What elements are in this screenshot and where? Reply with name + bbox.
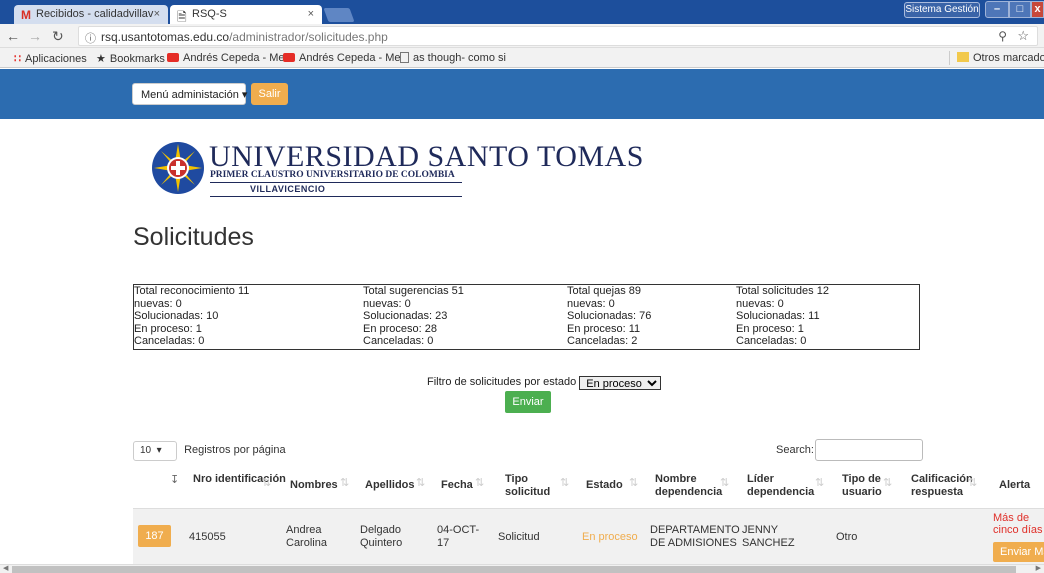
filter-submit-button[interactable]: Enviar [505,391,551,413]
tab-rsq[interactable]: 🗎 RSQ-S × [170,5,322,24]
col-apellidos[interactable]: Apellidos [365,479,415,492]
cell-tipo: Solicitud [498,531,540,543]
tab-close-icon[interactable]: × [308,8,314,20]
tab-title: RSQ-S [192,8,227,20]
tab-title: Recibidos - calidadvillav [36,8,154,20]
scroll-left-icon[interactable]: ◀ [3,564,8,572]
maximize-button[interactable]: □ [1009,1,1031,18]
cell-tipo-usuario: Otro [836,531,858,543]
browser-tabstrip: M Recibidos - calidadvillav × 🗎 RSQ-S × … [0,0,1044,24]
col-dependencia[interactable]: Nombre dependencia [655,473,727,499]
logo-title: UNIVERSIDAD SANTO TOMAS [209,140,644,173]
col-nro[interactable]: Nro identificación [193,473,286,486]
page-title: Solicitudes [133,223,254,251]
sort-icon[interactable]: ⇅ [968,476,977,489]
sort-icon[interactable]: ⇅ [475,476,484,489]
sort-icon[interactable]: ⇅ [720,476,729,489]
sort-icon[interactable]: ⇅ [262,476,271,489]
col-nombres[interactable]: Nombres [290,479,338,492]
system-profile-button[interactable]: Sistema Gestión [904,2,980,18]
col-tipo[interactable]: Tipo solicitud [505,473,555,499]
col-lider[interactable]: Líder dependencia [747,473,819,499]
zoom-icon[interactable]: ⚲ [998,29,1007,43]
stats-reconocimiento: Total reconocimiento 11 nuevas: 0 Solucion… [134,285,250,348]
cell-apellidos: Delgado Quintero [360,524,403,549]
page-length-control: 10 ▾ Registros por página [133,441,286,461]
back-arrow-icon[interactable]: ← [6,28,20,44]
new-tab-button[interactable] [323,8,355,22]
filter-label: Filtro de solicitudes por estado [427,376,577,388]
bookmark-page[interactable]: as though- como si [400,52,506,64]
sort-icon[interactable]: ↧ [170,473,179,486]
sort-icon[interactable]: ⇅ [416,476,425,489]
address-bar: ← → ↻ ⓘ rsq.usantotomas.edu.co/administr… [0,24,1044,48]
apps-icon: ∷ [14,53,21,65]
url-input[interactable]: ⓘ rsq.usantotomas.edu.co/administrador/s… [78,26,1038,46]
status-filter: Filtro de solicitudes por estado En proc… [427,376,662,390]
bookmark-other[interactable]: Otros marcadore [957,52,1044,64]
sort-icon[interactable]: ⇅ [340,476,349,489]
forward-arrow-icon[interactable]: → [28,28,42,44]
sort-icon[interactable]: ⇅ [629,476,638,489]
stats-sugerencias: Total sugerencias 51 nuevas: 0 Solucionada… [363,285,464,348]
logo-subtitle: PRIMER CLAUSTRO UNIVERSITARIO DE COLOMBI… [210,170,455,180]
sort-icon[interactable]: ⇅ [560,476,569,489]
logout-button[interactable]: Salir [251,83,288,105]
scroll-right-icon[interactable]: ▶ [1036,564,1041,572]
page-icon [400,52,409,63]
horizontal-scrollbar[interactable]: ◀ ▶ [0,564,1044,573]
youtube-icon [167,53,179,62]
col-alerta[interactable]: Alerta [999,479,1030,492]
url-text: rsq.usantotomas.edu.co/administrador/sol… [101,30,388,44]
page-length-label: Registros por página [184,444,286,456]
status-select[interactable]: En proceso [579,376,662,390]
col-fecha[interactable]: Fecha [441,479,473,492]
folder-icon [957,52,969,62]
university-seal-icon [152,142,204,194]
logo-city: VILLAVICENCIO [250,184,326,194]
alert-text: Más de cinco días [993,512,1043,536]
tab-close-icon[interactable]: × [154,8,160,20]
tab-gmail[interactable]: M Recibidos - calidadvillav × [14,5,168,24]
close-window-button[interactable]: x [1031,1,1044,18]
minimize-button[interactable]: – [985,1,1009,18]
bookmark-star-icon[interactable]: ☆ [1017,28,1029,44]
search-label: Search: [776,444,814,456]
cell-fecha: 04-OCT-17 [437,524,480,549]
send-alert-button[interactable]: Enviar Ma [993,542,1044,562]
col-estado[interactable]: Estado [586,479,623,492]
search-input[interactable] [815,439,923,461]
stats-summary: Total reconocimiento 11 nuevas: 0 Solucion… [133,284,920,350]
stats-solicitudes: Total solicitudes 12 nuevas: 0 Solucionada… [736,285,829,348]
bookmark-bookmarks[interactable]: ★ Bookmarks [96,52,165,65]
bookmark-youtube-2[interactable]: Andrés Cepeda - Me [283,52,401,64]
bookmark-youtube-1[interactable]: Andrés Cepeda - Me [167,52,285,64]
request-id-button[interactable]: 187 [138,525,171,547]
stats-quejas: Total quejas 89 nuevas: 0 Solucionadas: 76… [567,285,652,348]
sort-icon[interactable]: ⇅ [883,476,892,489]
bookmarks-bar: ∷ Aplicaciones ★ Bookmarks Andrés Cepeda -… [0,48,1044,68]
page-length-select[interactable]: 10 ▾ [133,441,177,461]
bookmark-apps[interactable]: ∷ Aplicaciones [14,52,87,65]
youtube-icon [283,53,295,62]
page-icon: 🗎 [177,10,187,24]
scrollbar-thumb[interactable] [12,566,1016,573]
cell-nombres: Andrea Carolina [286,524,327,549]
cell-lider: JENNY SANCHEZ [742,524,795,549]
cell-estado: En proceso [582,531,638,543]
cell-dependencia: DEPARTAMENTO DE ADMISIONES [650,524,740,549]
sort-icon[interactable]: ⇅ [815,476,824,489]
info-icon[interactable]: ⓘ [85,30,96,46]
university-logo: UNIVERSIDAD SANTO TOMAS PRIMER CLAUSTRO … [150,138,643,200]
reload-icon[interactable]: ↻ [52,28,64,45]
gmail-icon: M [21,8,31,22]
star-icon: ★ [96,53,106,65]
cell-nro: 415055 [189,531,226,543]
admin-menu-dropdown[interactable]: Menú administación ▾ [132,83,247,105]
